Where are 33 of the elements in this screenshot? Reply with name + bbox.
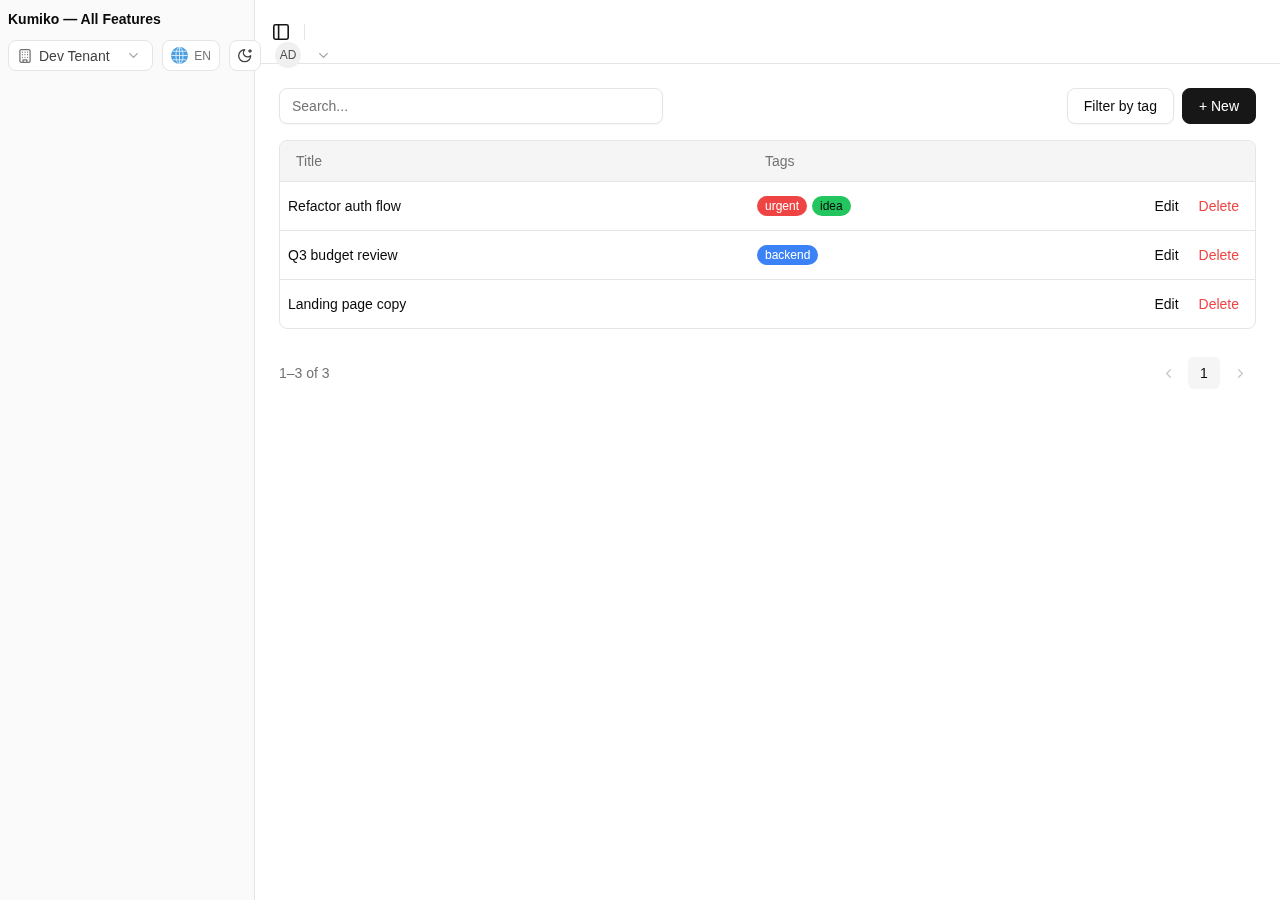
chevron-left-icon — [1165, 368, 1171, 378]
tenant-select[interactable]: Dev Tenant — [8, 40, 153, 71]
delete-link[interactable]: Delete — [1190, 192, 1247, 220]
filter-button[interactable]: Filter by tag — [1066, 88, 1174, 124]
tag-badge: urgent — [757, 196, 808, 216]
pagination-summary: 1–3 of 3 — [279, 365, 330, 381]
globe-icon — [171, 47, 189, 64]
edit-link[interactable]: Edit — [1146, 241, 1187, 269]
tag-badge: idea — [812, 196, 851, 216]
page-button[interactable]: 1 — [1188, 357, 1220, 389]
edit-link[interactable]: Edit — [1146, 192, 1187, 220]
table-cell-text: Landing page copy — [287, 296, 408, 312]
search-field[interactable]: Search... — [279, 88, 663, 124]
user-avatar[interactable]: AD — [275, 42, 301, 68]
edit-link[interactable]: Edit — [1146, 290, 1187, 318]
app-title: Kumiko — All Features — [8, 10, 162, 29]
panel-icon — [273, 24, 289, 40]
moon-icon — [238, 48, 252, 63]
building-icon — [19, 48, 31, 63]
theme-toggle-button[interactable] — [229, 40, 261, 71]
language-button[interactable]: EN — [162, 40, 220, 71]
column-header: Tags — [764, 153, 796, 169]
tag-badge: backend — [757, 245, 819, 265]
column-header: Title — [295, 153, 323, 169]
delete-link[interactable]: Delete — [1190, 241, 1247, 269]
chevron-down-icon — [319, 52, 328, 58]
chevron-down-icon — [129, 53, 138, 58]
delete-link[interactable]: Delete — [1190, 290, 1247, 318]
table-cell-text: Q3 budget review — [287, 247, 399, 263]
table-cell-text: Refactor auth flow — [287, 198, 402, 214]
new-button[interactable]: + New — [1181, 88, 1256, 124]
sidebar-toggle-button[interactable] — [273, 24, 289, 40]
chevron-right-icon — [1237, 368, 1243, 378]
